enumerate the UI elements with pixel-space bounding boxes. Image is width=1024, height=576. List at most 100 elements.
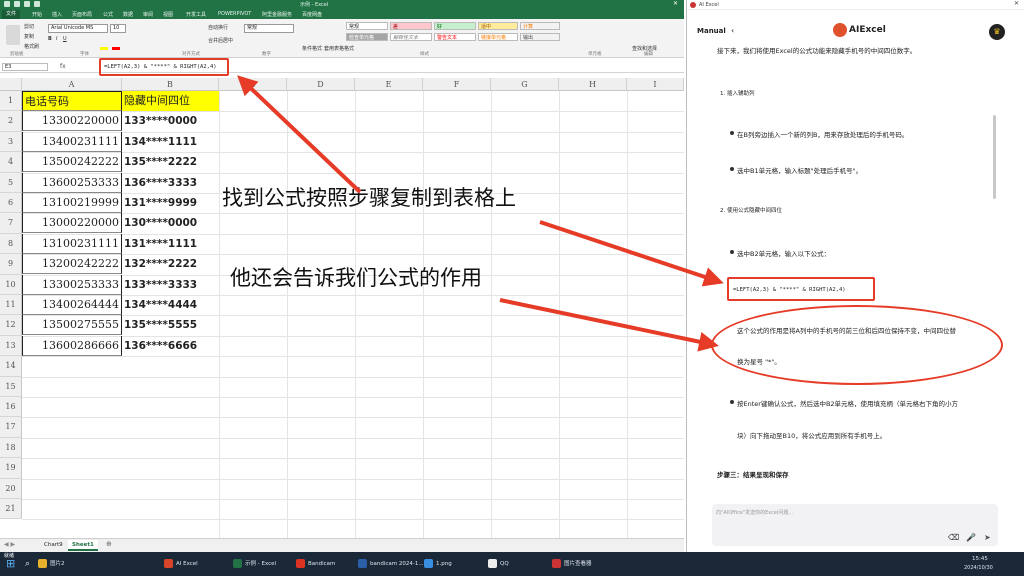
style-calculation[interactable]: 计算 — [520, 22, 560, 30]
tab-ali[interactable]: 阿里金融服务 — [262, 11, 292, 18]
cell-a1[interactable]: 电话号码 — [22, 91, 122, 111]
search-icon[interactable]: ⌕ — [25, 556, 30, 572]
row-header[interactable]: 20 — [0, 478, 22, 499]
tab-page-layout[interactable]: 页面布局 — [72, 11, 92, 18]
paste-icon[interactable] — [6, 25, 20, 45]
row-header[interactable]: 21 — [0, 499, 22, 520]
send-icon[interactable]: ➤ — [984, 533, 991, 542]
taskbar-item-bandicam[interactable]: Bandicam — [296, 556, 335, 572]
tab-baidu[interactable]: 百度网盘 — [302, 11, 322, 18]
merge-center-button[interactable]: 合并后居中 — [208, 37, 233, 44]
row-header[interactable]: 11 — [0, 295, 22, 316]
undo-icon[interactable] — [24, 1, 30, 7]
taskbar-item-excel[interactable]: 示例 - Excel — [233, 556, 276, 572]
cell-masked[interactable]: 133****0000 — [122, 111, 219, 131]
cell-masked[interactable]: 134****1111 — [122, 132, 219, 152]
sheet-tab-sheet1[interactable]: Sheet1 — [68, 540, 98, 551]
cell-masked[interactable]: 135****2222 — [122, 152, 219, 172]
col-header-a[interactable]: A — [22, 78, 122, 91]
col-header-i[interactable]: I — [627, 78, 684, 91]
row-header[interactable]: 5 — [0, 172, 22, 193]
cell-phone[interactable]: 13100219999 — [22, 193, 122, 213]
row-header[interactable]: 19 — [0, 458, 22, 479]
cell-masked[interactable]: 130****0000 — [122, 213, 219, 233]
row-header[interactable]: 13 — [0, 335, 22, 357]
row-header[interactable]: 9 — [0, 254, 22, 275]
fill-color-icon[interactable] — [100, 47, 108, 50]
font-color-icon[interactable] — [112, 47, 120, 50]
row-header[interactable]: 12 — [0, 315, 22, 336]
row-header[interactable]: 16 — [0, 397, 22, 418]
chat-input-box[interactable]: 向"AIOffice"发送你的Excel问题... ⌫ 🎤 ➤ — [712, 504, 998, 546]
bold-icon[interactable]: B — [48, 36, 52, 42]
taskbar-item-bandicam-file[interactable]: bandicam 2024-1... — [358, 556, 424, 572]
row-header[interactable]: 6 — [0, 193, 22, 214]
style-bad[interactable]: 差 — [390, 22, 432, 30]
taskbar-item-png[interactable]: 1.png — [424, 556, 452, 572]
chat-input-placeholder[interactable]: 向"AIOffice"发送你的Excel问题... — [716, 509, 793, 516]
col-header-c[interactable]: C — [219, 78, 287, 91]
sheet-nav-icon[interactable]: ◀ ▶ — [4, 541, 15, 548]
col-header-f[interactable]: F — [423, 78, 491, 91]
col-header-e[interactable]: E — [355, 78, 423, 91]
row-header[interactable]: 8 — [0, 233, 22, 255]
row-header[interactable]: 3 — [0, 131, 22, 153]
cell-phone[interactable]: 13300220000 — [22, 111, 122, 132]
row-header[interactable]: 15 — [0, 376, 22, 397]
mode-label[interactable]: Manual — [697, 27, 726, 35]
tab-formulas[interactable]: 公式 — [103, 11, 113, 18]
conditional-format-button[interactable]: 条件格式 — [302, 45, 322, 52]
col-header-b[interactable]: B — [122, 78, 219, 91]
wrap-text-button[interactable]: 自动换行 — [208, 24, 228, 31]
row-header[interactable]: 18 — [0, 437, 22, 459]
row-header[interactable]: 17 — [0, 417, 22, 438]
number-format-select[interactable]: 常规 — [244, 24, 294, 33]
crown-icon[interactable]: ♛ — [989, 24, 1005, 40]
tab-insert[interactable]: 插入 — [52, 11, 62, 18]
taskbar-item-image-viewer[interactable]: 图片查看器 — [552, 556, 592, 572]
tab-home[interactable]: 开始 — [32, 11, 42, 18]
clock-date[interactable]: 2024/10/30 — [964, 563, 993, 573]
cell-masked[interactable]: 132****2222 — [122, 254, 219, 274]
cell-phone[interactable]: 13600286666 — [22, 335, 122, 356]
style-normal[interactable]: 常规 — [346, 22, 388, 30]
cell-phone[interactable]: 13400231111 — [22, 131, 122, 152]
tab-developer[interactable]: 开发工具 — [186, 11, 206, 18]
row-header[interactable]: 2 — [0, 111, 22, 132]
italic-icon[interactable]: I — [56, 36, 57, 42]
row-header[interactable]: 4 — [0, 152, 22, 173]
cell-masked[interactable]: 133****3333 — [122, 275, 219, 295]
tab-file[interactable]: 文件 — [2, 10, 20, 19]
font-size-select[interactable]: 10 — [110, 24, 126, 33]
cell-phone[interactable]: 13200242222 — [22, 254, 122, 275]
microphone-icon[interactable]: 🎤 — [966, 533, 976, 542]
col-header-h[interactable]: H — [559, 78, 627, 91]
cell-b1[interactable]: 隐藏中间四位 — [122, 91, 219, 111]
cell-phone[interactable]: 13500242222 — [22, 152, 122, 173]
eraser-icon[interactable]: ⌫ — [948, 533, 959, 542]
close-icon[interactable]: ✕ — [673, 0, 678, 7]
row-header[interactable]: 1 — [0, 91, 22, 112]
tab-data[interactable]: 数据 — [123, 11, 133, 18]
font-select[interactable]: Arial Unicode MS — [48, 24, 108, 33]
redo-icon[interactable] — [34, 1, 40, 7]
cell-phone[interactable]: 13500275555 — [22, 315, 122, 336]
cell-masked[interactable]: 134****4444 — [122, 295, 219, 315]
tab-view[interactable]: 视图 — [163, 11, 173, 18]
back-chevron-icon[interactable]: ‹ — [731, 26, 734, 35]
style-warning[interactable]: 警告文本 — [434, 33, 476, 41]
cell-masked[interactable]: 131****1111 — [122, 234, 219, 254]
format-painter-button[interactable]: 格式刷 — [24, 43, 39, 50]
panel-close-icon[interactable]: ✕ — [1014, 0, 1019, 7]
taskbar-item-ai-excel[interactable]: AI Excel — [164, 556, 198, 572]
underline-icon[interactable]: U — [63, 36, 67, 42]
style-check-cell[interactable]: 检查单元格 — [346, 33, 388, 41]
add-sheet-icon[interactable]: ⊕ — [106, 540, 112, 548]
cell-masked[interactable]: 136****6666 — [122, 336, 219, 356]
col-header-g[interactable]: G — [491, 78, 559, 91]
row-header[interactable]: 7 — [0, 213, 22, 234]
style-output[interactable]: 输出 — [520, 33, 560, 41]
tab-powerpivot[interactable]: POWERPIVOT — [218, 11, 251, 17]
cell-phone[interactable]: 13000220000 — [22, 213, 122, 234]
table-format-button[interactable]: 套用表格格式 — [324, 45, 354, 52]
